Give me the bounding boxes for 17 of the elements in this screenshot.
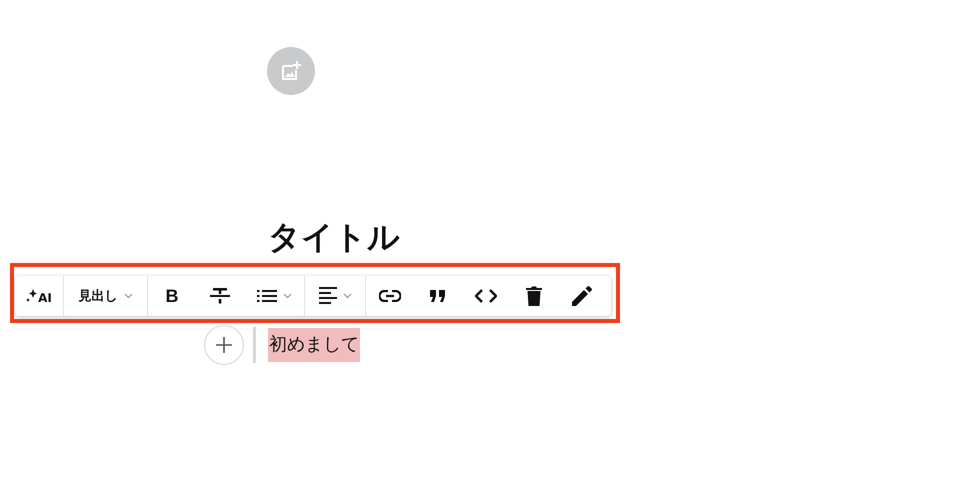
quote-icon — [430, 290, 446, 302]
link-icon — [379, 290, 401, 302]
paragraph-text: 初めまして — [268, 328, 360, 362]
add-block-button[interactable] — [204, 325, 244, 365]
ai-button[interactable]: AI — [15, 276, 63, 316]
plus-icon — [216, 337, 232, 353]
image-add-icon — [280, 60, 302, 82]
bold-button[interactable]: B — [148, 276, 196, 316]
align-left-icon — [318, 287, 336, 305]
document-title: タイトル — [268, 217, 401, 257]
code-icon — [475, 289, 497, 303]
strikethrough-icon — [210, 287, 230, 305]
list-icon — [256, 289, 276, 303]
heading-button[interactable]: 見出し — [64, 276, 147, 316]
pencil-icon — [572, 286, 592, 306]
sparkle-icon — [26, 289, 38, 303]
trash-icon — [526, 286, 542, 306]
